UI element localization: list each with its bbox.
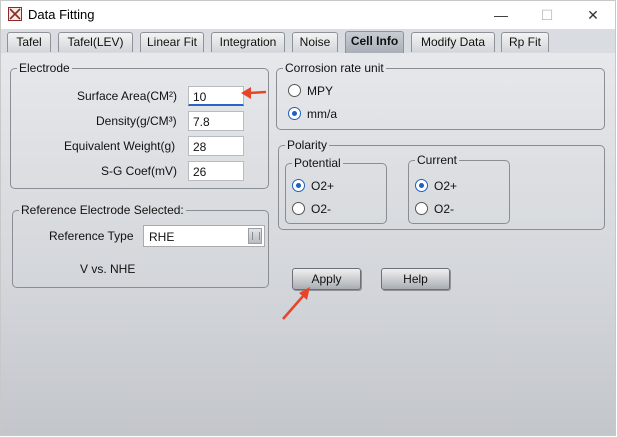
- mpy-label: MPY: [307, 84, 334, 98]
- tab-cell-info[interactable]: Cell Info: [345, 31, 404, 53]
- potential-legend: Potential: [294, 156, 341, 170]
- window-title: Data Fitting: [28, 7, 95, 22]
- reference-type-label: Reference Type: [49, 229, 134, 243]
- electrode-legend: Electrode: [19, 61, 70, 75]
- current-o2-minus-radio[interactable]: [415, 202, 428, 215]
- surface-area-label: Surface Area(CM²): [77, 89, 178, 103]
- title-bar: Data Fitting — ☐ ✕: [1, 1, 615, 29]
- dropdown-button-icon[interactable]: [248, 228, 262, 244]
- mpy-radio[interactable]: [288, 84, 301, 97]
- close-button[interactable]: ✕: [570, 1, 616, 29]
- sg-coef-label: S-G Coef(mV): [101, 164, 178, 178]
- equivalent-weight-input[interactable]: 28: [188, 136, 244, 156]
- tab-rp-fit[interactable]: Rp Fit: [501, 32, 549, 52]
- tab-noise[interactable]: Noise: [292, 32, 338, 52]
- annotation-arrow-icon: [282, 287, 310, 320]
- potential-o2-minus-label: O2-: [311, 202, 332, 216]
- polarity-legend: Polarity: [287, 138, 328, 152]
- tab-strip: Tafel Tafel(LEV) Linear Fit Integration …: [1, 29, 615, 53]
- density-label: Density(g/CM³): [96, 114, 177, 128]
- equivalent-weight-label: Equivalent Weight(g): [64, 139, 176, 153]
- minimize-button[interactable]: —: [478, 1, 524, 29]
- mm-a-label: mm/a: [307, 107, 337, 121]
- current-o2-plus-label: O2+: [434, 179, 458, 193]
- help-button[interactable]: Help: [381, 268, 450, 290]
- tab-linear-fit[interactable]: Linear Fit: [140, 32, 204, 52]
- current-legend: Current: [417, 153, 458, 167]
- reference-legend: Reference Electrode Selected:: [21, 203, 184, 217]
- tab-tafel[interactable]: Tafel: [7, 32, 51, 52]
- mm-a-radio[interactable]: [288, 107, 301, 120]
- corrosion-legend: Corrosion rate unit: [285, 61, 384, 75]
- sg-coef-input[interactable]: 26: [188, 161, 244, 181]
- maximize-button[interactable]: ☐: [524, 1, 570, 29]
- tab-tafel-lev[interactable]: Tafel(LEV): [58, 32, 133, 52]
- reference-type-value: RHE: [149, 230, 175, 244]
- potential-o2-minus-radio[interactable]: [292, 202, 305, 215]
- potential-o2-plus-label: O2+: [311, 179, 335, 193]
- data-fitting-window: Data Fitting — ☐ ✕ Tafel Tafel(LEV) Line…: [0, 0, 616, 436]
- tab-integration[interactable]: Integration: [211, 32, 285, 52]
- cell-info-panel: Electrode Surface Area(CM²) 10 Density(g…: [1, 53, 615, 435]
- surface-area-input[interactable]: 10: [188, 86, 244, 106]
- current-o2-minus-label: O2-: [434, 202, 455, 216]
- current-o2-plus-radio[interactable]: [415, 179, 428, 192]
- reference-type-select[interactable]: RHE: [143, 225, 265, 247]
- app-icon: [8, 7, 22, 21]
- annotation-arrow-icon: [241, 87, 267, 99]
- tab-modify-data[interactable]: Modify Data: [411, 32, 495, 52]
- potential-o2-plus-radio[interactable]: [292, 179, 305, 192]
- reference-vs-text: V vs. NHE: [80, 262, 136, 276]
- density-input[interactable]: 7.8: [188, 111, 244, 131]
